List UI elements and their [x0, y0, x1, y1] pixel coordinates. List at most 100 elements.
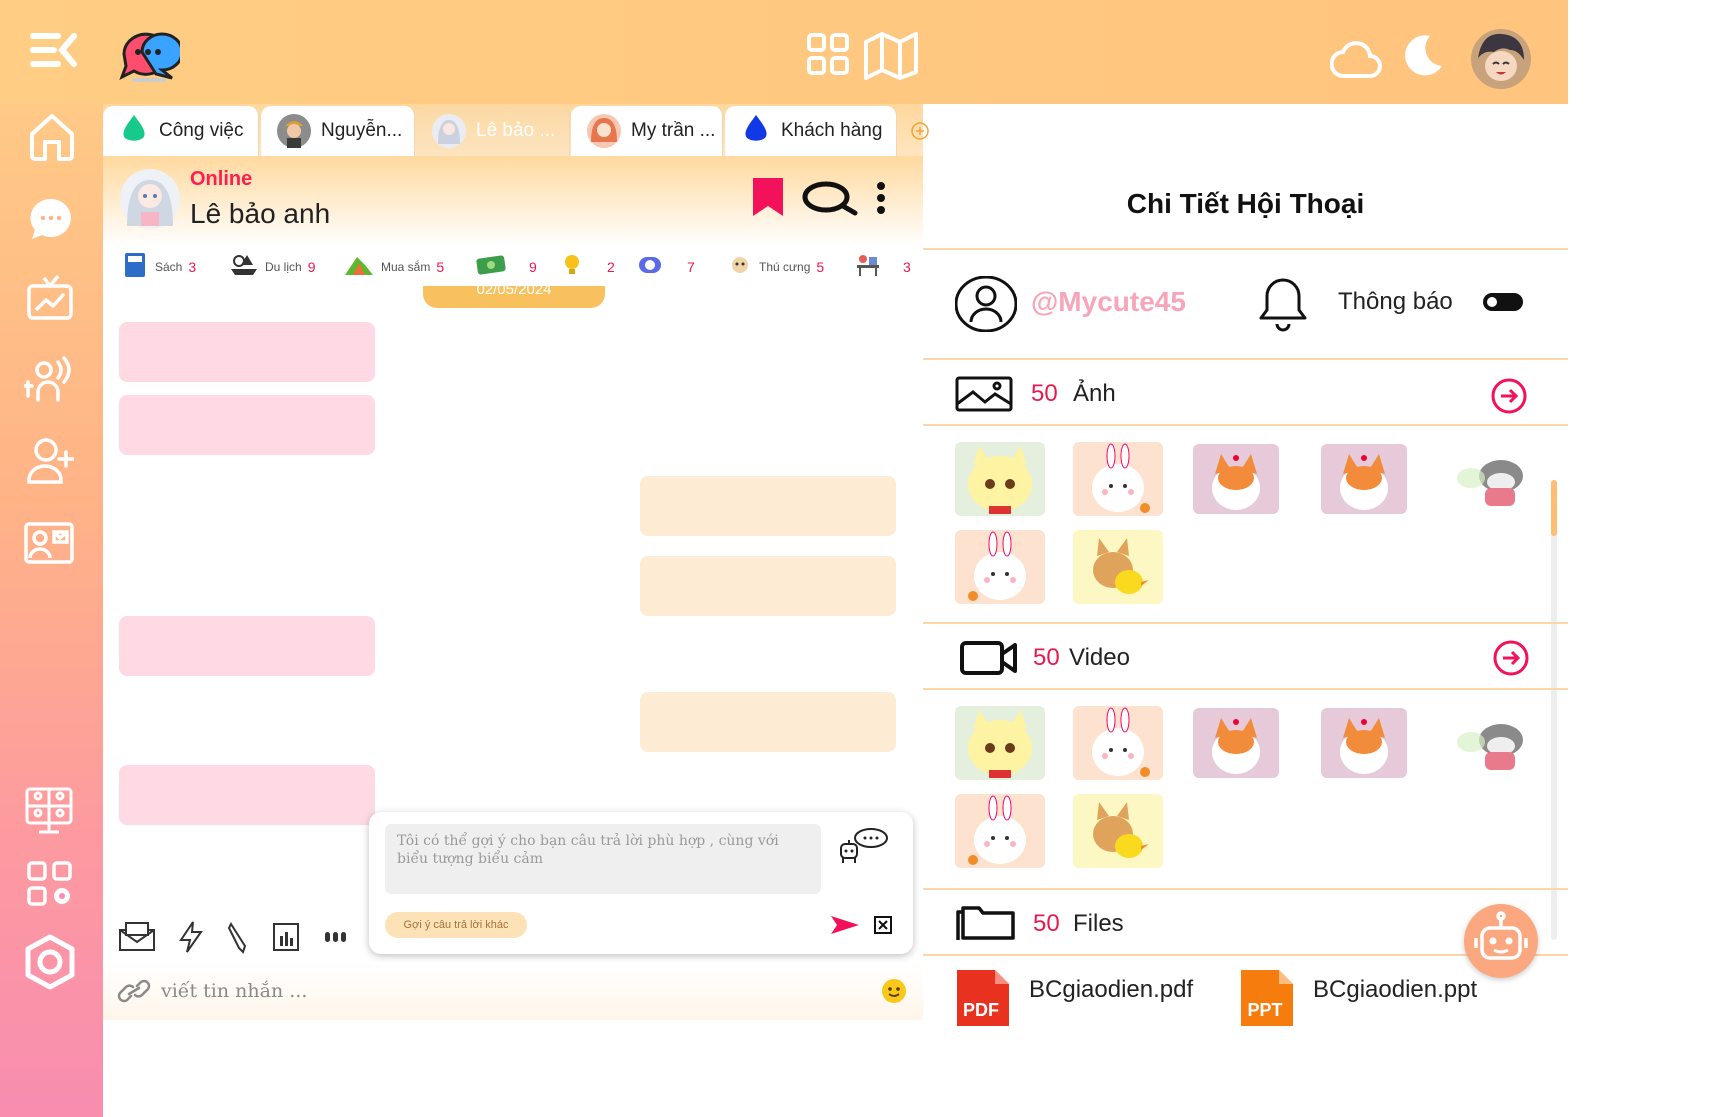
search-icon[interactable]: [801, 180, 859, 216]
emoji-icon[interactable]: [881, 978, 907, 1004]
image-thumbnail[interactable]: [1073, 530, 1163, 604]
tab-cong-viec[interactable]: Công việc: [103, 106, 259, 156]
tab-label: Nguyễn...: [321, 120, 403, 141]
ppt-badge: PPT: [1247, 1000, 1282, 1020]
images-section-header[interactable]: 50 Ảnh: [923, 364, 1568, 424]
profile-user-icon[interactable]: [955, 276, 1017, 332]
bookmark-icon[interactable]: [751, 176, 785, 218]
close-suggestion-icon[interactable]: [873, 915, 893, 935]
category-money[interactable]: 9: [475, 248, 537, 286]
video-thumbnail[interactable]: [1449, 706, 1543, 780]
file-count: 50: [1033, 910, 1060, 937]
pen-icon[interactable]: [225, 920, 253, 954]
folder-icon: [955, 902, 1017, 942]
settings-hexagon-icon[interactable]: [22, 934, 78, 990]
image-thumbnail[interactable]: [955, 530, 1045, 604]
top-bar: [0, 0, 1568, 104]
compose-toolbar: [103, 912, 365, 964]
tab-le-bao[interactable]: Lê bảo ...: [416, 106, 570, 156]
category-work[interactable]: 3: [855, 248, 911, 286]
chat-app-logo[interactable]: [118, 28, 180, 84]
menu-collapse-icon[interactable]: [28, 30, 80, 70]
category-clock[interactable]: 7: [637, 248, 695, 286]
assistant-bot-button[interactable]: [1464, 904, 1538, 978]
suggestion-text[interactable]: Tôi có thể gợi ý cho bạn câu trả lời phù…: [385, 824, 821, 894]
green-drop-icon: [119, 113, 149, 149]
image-thumbnail[interactable]: [1193, 444, 1279, 514]
voice-assistant-icon[interactable]: [24, 356, 72, 404]
image-thumbnail[interactable]: [1073, 442, 1163, 516]
category-sach[interactable]: Sách 3: [121, 248, 196, 286]
file-item[interactable]: PDF BCgiaodien.pdf: [953, 966, 1193, 1026]
attachment-link-icon[interactable]: [117, 978, 151, 1004]
chat-header: Online Lê bảo anh: [103, 156, 923, 246]
file-item[interactable]: PPT BCgiaodien.ppt: [1237, 966, 1477, 1026]
contact-avatar[interactable]: [119, 168, 181, 230]
chatbot-icon[interactable]: [835, 826, 891, 866]
video-thumbnail[interactable]: [1193, 708, 1279, 778]
video-label: Video: [1069, 644, 1130, 671]
video-thumbnail[interactable]: [1073, 706, 1163, 780]
pet-icon: [727, 251, 753, 284]
grid-view-icon[interactable]: [806, 32, 850, 76]
other-suggestion-button[interactable]: Gợi ý câu trả lời khác: [385, 912, 527, 938]
more-tools-icon[interactable]: [323, 926, 349, 948]
analytics-tv-icon[interactable]: [26, 274, 74, 322]
category-mua-sam[interactable]: Mua sắm 5: [343, 248, 444, 286]
app-frame: Công việc Nguyễn... Lê bảo ... My trần .…: [0, 0, 1568, 1117]
details-scrollbar[interactable]: [1551, 480, 1557, 940]
video-conference-icon[interactable]: [24, 786, 74, 836]
contact-card-icon[interactable]: [24, 522, 74, 564]
book-icon: [121, 251, 149, 284]
category-du-lich[interactable]: Du lịch 9: [229, 248, 315, 286]
outgoing-message[interactable]: [640, 476, 896, 536]
arrow-right-icon[interactable]: [1491, 378, 1527, 414]
divider: [923, 424, 1568, 426]
incoming-message[interactable]: [119, 616, 375, 676]
image-thumbnail[interactable]: [1449, 442, 1543, 516]
tab-nguyen[interactable]: Nguyễn...: [261, 106, 415, 156]
message-input[interactable]: viết tin nhắn ...: [161, 980, 307, 1002]
bell-icon[interactable]: [1251, 272, 1315, 334]
desk-icon: [855, 251, 881, 284]
add-tab-icon[interactable]: [911, 122, 929, 145]
user-handle[interactable]: @Mycute45: [1031, 286, 1186, 318]
outgoing-message[interactable]: [640, 556, 896, 616]
message-composer[interactable]: viết tin nhắn ...: [103, 962, 923, 1020]
pdf-file-icon: PDF: [953, 966, 1013, 1026]
user-avatar[interactable]: [1470, 28, 1532, 90]
image-thumbnail[interactable]: [1321, 444, 1407, 514]
lightning-icon[interactable]: [177, 920, 205, 954]
left-sidebar: [0, 104, 103, 1117]
avatar: [432, 114, 466, 148]
send-suggestion-icon[interactable]: [829, 914, 861, 936]
poll-icon[interactable]: [271, 920, 301, 954]
mail-icon[interactable]: [117, 920, 157, 954]
lightbulb-icon: [559, 251, 585, 284]
video-thumbnail[interactable]: [1073, 794, 1163, 868]
incoming-message[interactable]: [119, 765, 375, 825]
incoming-message[interactable]: [119, 395, 375, 455]
category-thu-cung[interactable]: Thú cưng 5: [727, 248, 824, 286]
arrow-right-icon[interactable]: [1493, 640, 1529, 676]
tab-khach-hang[interactable]: Khách hàng: [725, 106, 897, 156]
dark-mode-moon-icon[interactable]: [1400, 32, 1446, 78]
videos-section-header[interactable]: 50 Video: [923, 628, 1568, 688]
cloud-icon[interactable]: [1330, 32, 1382, 82]
incoming-message[interactable]: [119, 322, 375, 382]
category-idea[interactable]: 2: [559, 248, 615, 286]
more-options-icon[interactable]: [871, 180, 891, 216]
video-thumbnail[interactable]: [955, 706, 1045, 780]
video-thumbnail[interactable]: [1321, 708, 1407, 778]
video-thumbnail[interactable]: [955, 794, 1045, 868]
image-thumbnail[interactable]: [955, 442, 1045, 516]
contact-name: Lê bảo anh: [190, 198, 331, 229]
apps-settings-icon[interactable]: [26, 860, 74, 908]
messages-icon[interactable]: [28, 196, 74, 242]
add-user-icon[interactable]: [26, 436, 74, 486]
outgoing-message[interactable]: [640, 692, 896, 752]
notification-toggle[interactable]: [1483, 293, 1523, 311]
home-icon[interactable]: [28, 112, 76, 162]
tab-my-tran[interactable]: My trần ...: [571, 106, 723, 156]
map-icon[interactable]: [862, 28, 920, 80]
